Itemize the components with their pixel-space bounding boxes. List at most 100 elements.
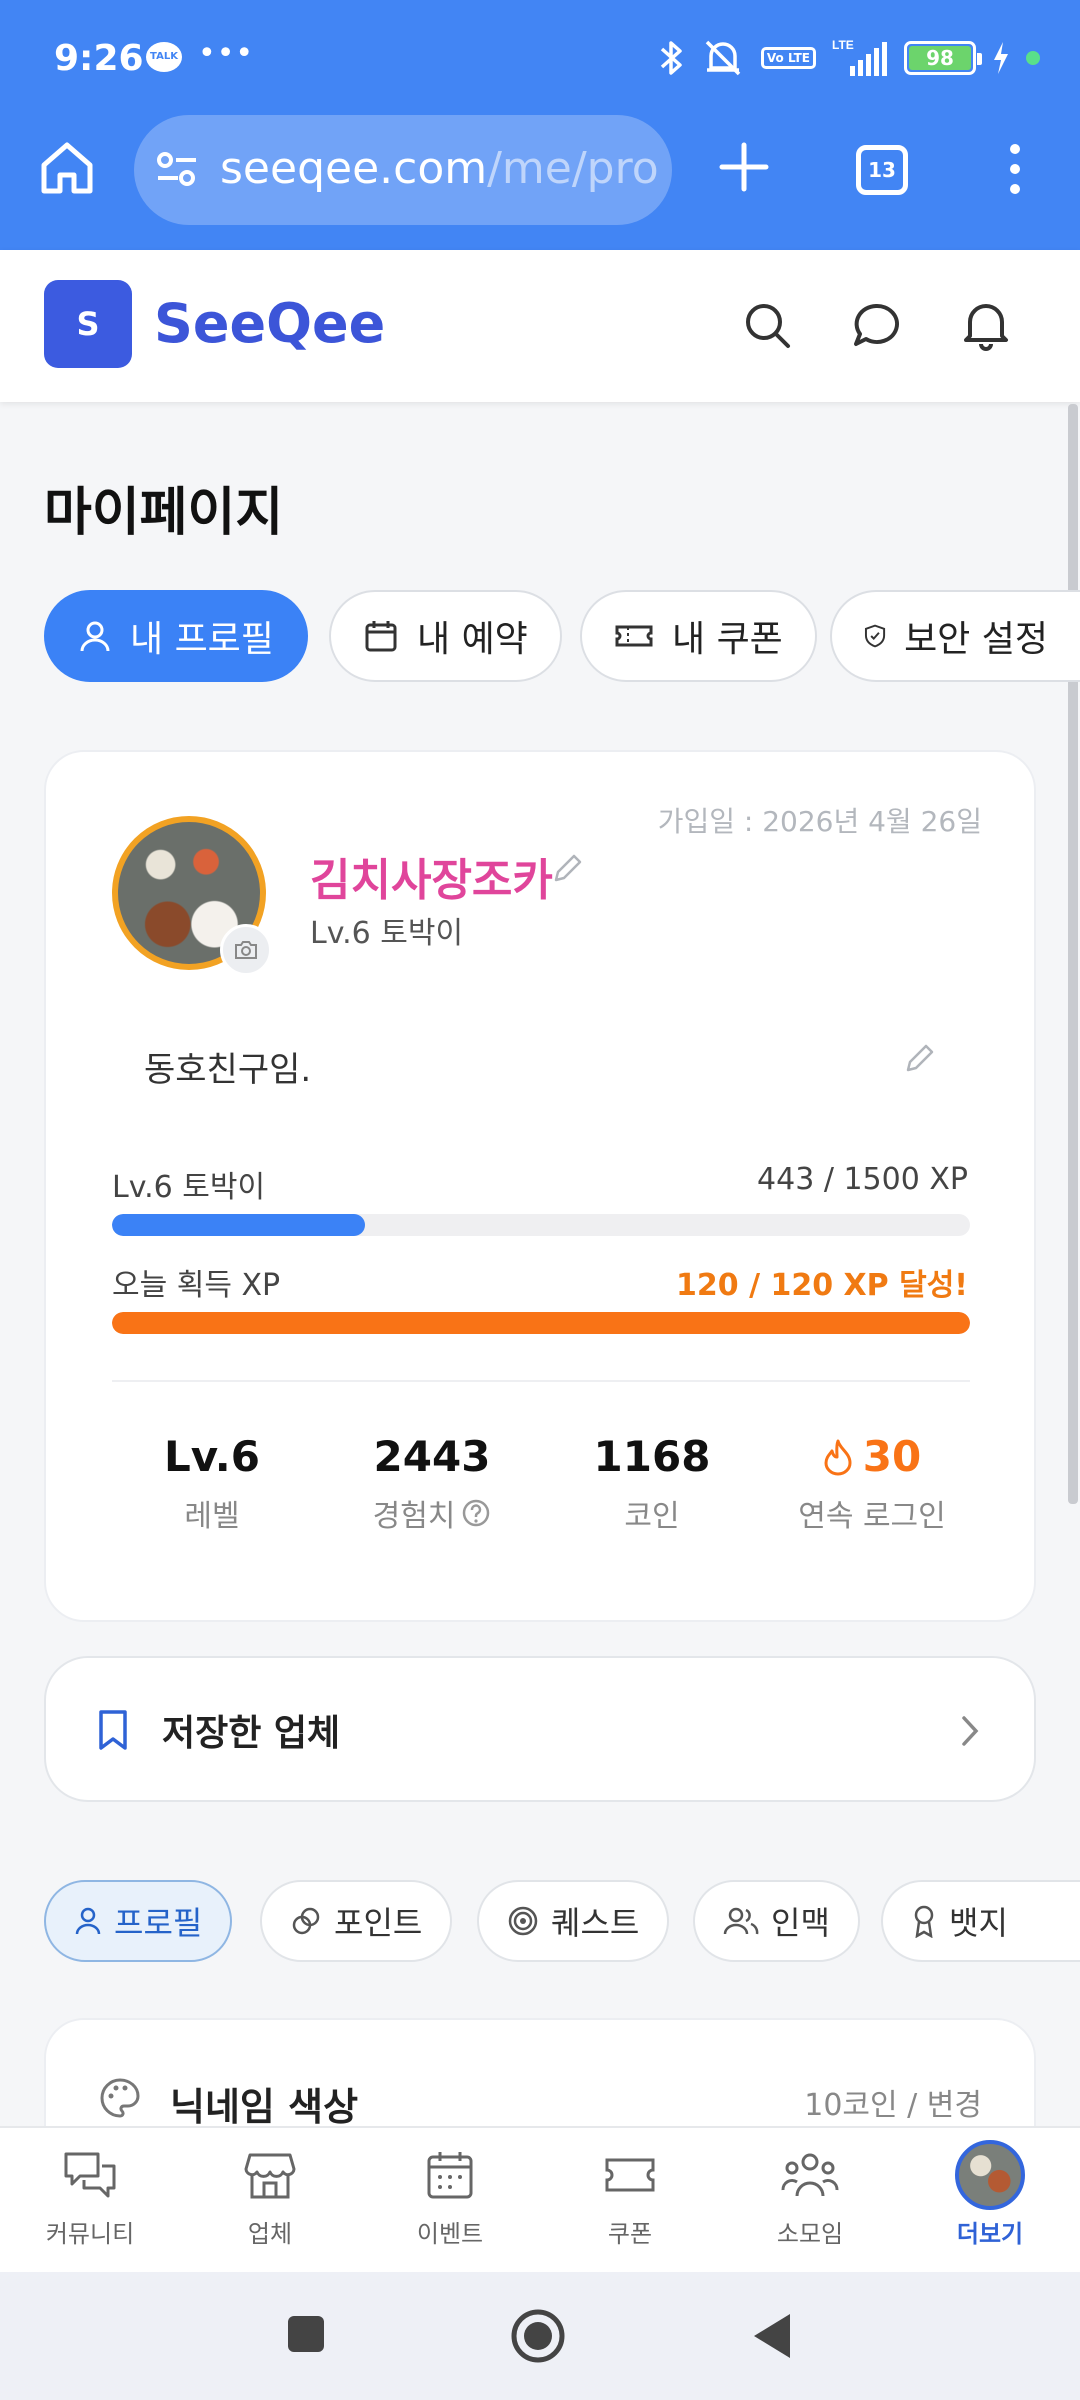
saved-businesses-label: 저장한 업체 [162, 1713, 341, 1754]
page-scrollbar[interactable] [1068, 404, 1078, 1504]
tab-label: 내 예약 [417, 619, 528, 660]
stat-xp: 2443 경험치 [322, 1432, 542, 1535]
joined-date: 가입일 : 2026년 4월 26일 [657, 805, 982, 838]
people-icon [723, 1907, 759, 1935]
today-xp-label: 오늘 획득 XP [112, 1268, 281, 1303]
logo-mark[interactable]: S [44, 280, 132, 368]
message-icon[interactable] [846, 296, 906, 356]
url-text[interactable]: seeqee.com/me/pro [220, 143, 660, 194]
stat-coins: 1168 코인 [542, 1432, 762, 1535]
bookmark-icon [99, 1710, 127, 1750]
nickname-color-price[interactable]: 10코인 / 변경 [804, 2080, 982, 2124]
recents-icon[interactable] [286, 2314, 326, 2354]
nickname-color-title: 닉네임 색상 [170, 2085, 359, 2129]
tab-switcher-button[interactable]: 13 [856, 145, 908, 195]
divider [112, 1380, 970, 1382]
home-icon[interactable] [36, 137, 98, 199]
search-icon[interactable] [738, 296, 798, 356]
new-tab-icon[interactable] [714, 137, 774, 197]
level-progress-fill [112, 1214, 366, 1236]
group-icon [781, 2153, 839, 2197]
nav-business[interactable]: 업체 [180, 2142, 360, 2249]
chevron-right-icon [962, 1716, 979, 1746]
tab-my-reservations[interactable]: 내 예약 [329, 590, 562, 682]
nav-label: 업체 [247, 2220, 293, 2248]
bell-icon[interactable] [956, 296, 1016, 356]
nav-events[interactable]: 이벤트 [360, 2142, 540, 2249]
nav-groups[interactable]: 소모임 [720, 2142, 900, 2249]
subtab-network[interactable]: 인맥 [693, 1880, 860, 1962]
nav-coupons[interactable]: 쿠폰 [540, 2142, 720, 2249]
stat-login-streak: 30 연속 로그인 [762, 1432, 982, 1535]
target-icon [508, 1906, 538, 1936]
bottom-navigation: 커뮤니티 업체 이벤트 쿠폰 소모임 더보기 [0, 2126, 1080, 2272]
mute-icon [705, 40, 741, 76]
subtab-points[interactable]: 포인트 [260, 1880, 453, 1962]
avatar-icon [955, 2140, 1025, 2210]
nav-more[interactable]: 더보기 [900, 2140, 1080, 2249]
edit-bio-icon[interactable] [902, 1042, 936, 1076]
status-icons: Vo LTE LTE 98 [659, 34, 1040, 82]
status-bar: 9:26 TALK ••• Vo LTE LTE 98 [0, 0, 1080, 115]
coin-icon [292, 1907, 320, 1935]
stat-level: Lv.6 레벨 [102, 1432, 322, 1535]
browser-menu-icon[interactable] [1000, 139, 1030, 199]
subtab-label: 뱃지 [949, 1904, 1008, 1942]
shield-icon [864, 624, 886, 648]
help-icon[interactable] [461, 1498, 491, 1528]
tab-my-coupons[interactable]: 내 쿠폰 [580, 590, 817, 682]
tab-security-settings[interactable]: 보안 설정 [830, 590, 1080, 682]
address-bar[interactable]: seeqee.com/me/pro [134, 115, 672, 225]
ticket-icon [615, 625, 653, 647]
chat-icon [64, 2152, 116, 2198]
tab-label: 내 프로필 [130, 619, 274, 660]
level-progress-value: 443 / 1500 XP [757, 1162, 968, 1197]
back-icon[interactable] [750, 2312, 792, 2360]
stat-value: 1168 [593, 1432, 711, 1481]
site-settings-icon[interactable] [154, 149, 200, 189]
today-xp-fill [112, 1312, 970, 1334]
nav-community[interactable]: 커뮤니티 [0, 2142, 180, 2249]
today-xp-bar [112, 1312, 970, 1334]
site-header: S SeeQee [0, 250, 1080, 402]
level-title: Lv.6 토박이 [310, 916, 464, 951]
camera-icon[interactable] [220, 924, 272, 976]
stat-value: 2443 [373, 1432, 491, 1481]
tab-label: 내 쿠폰 [672, 619, 783, 660]
store-icon [244, 2153, 296, 2199]
calendar-icon [365, 621, 397, 652]
tab-my-profile[interactable]: 내 프로필 [44, 590, 308, 682]
level-progress-bar [112, 1214, 970, 1236]
subtab-label: 포인트 [334, 1904, 423, 1942]
charging-icon [994, 42, 1008, 74]
stat-label: 레벨 [184, 1499, 240, 1534]
volte-icon: Vo LTE [760, 47, 816, 69]
user-icon [75, 1907, 101, 1935]
more-notifications-icon: ••• [198, 36, 255, 71]
nav-label: 커뮤니티 [45, 2220, 135, 2248]
svg-text:LTE: LTE [832, 38, 854, 52]
subtab-label: 퀘스트 [551, 1904, 640, 1942]
signal-icon: LTE [832, 38, 887, 76]
badge-icon [914, 1905, 934, 1938]
brand-name[interactable]: SeeQee [154, 292, 385, 355]
browser-toolbar: seeqee.com/me/pro 13 [0, 115, 1080, 250]
calendar-icon [427, 2152, 473, 2199]
stat-label: 연속 로그인 [798, 1499, 946, 1534]
nav-label: 더보기 [956, 2220, 1024, 2248]
subtab-profile[interactable]: 프로필 [44, 1880, 233, 1962]
edit-nickname-icon[interactable] [550, 852, 584, 886]
level-progress-label: Lv.6 토박이 [112, 1170, 266, 1205]
url-host: seeqee.com [220, 143, 488, 194]
subtab-label: 프로필 [114, 1904, 203, 1942]
saved-businesses-row[interactable]: 저장한 업체 [44, 1656, 1036, 1802]
browser-chrome: 9:26 TALK ••• Vo LTE LTE 98 seeqee.com/m… [0, 0, 1080, 250]
subtab-quests[interactable]: 퀘스트 [477, 1880, 670, 1962]
kakaotalk-notification-icon: TALK [146, 42, 182, 72]
battery-level: 98 [909, 46, 971, 70]
profile-card: 가입일 : 2026년 4월 26일 김치사장조카 Lv.6 토박이 동호친구임… [44, 750, 1036, 1622]
system-home-icon[interactable] [510, 2308, 566, 2364]
privacy-indicator-dot [1026, 51, 1040, 65]
stat-value: Lv.6 [164, 1432, 260, 1481]
subtab-badges[interactable]: 뱃지 [881, 1880, 1080, 1962]
